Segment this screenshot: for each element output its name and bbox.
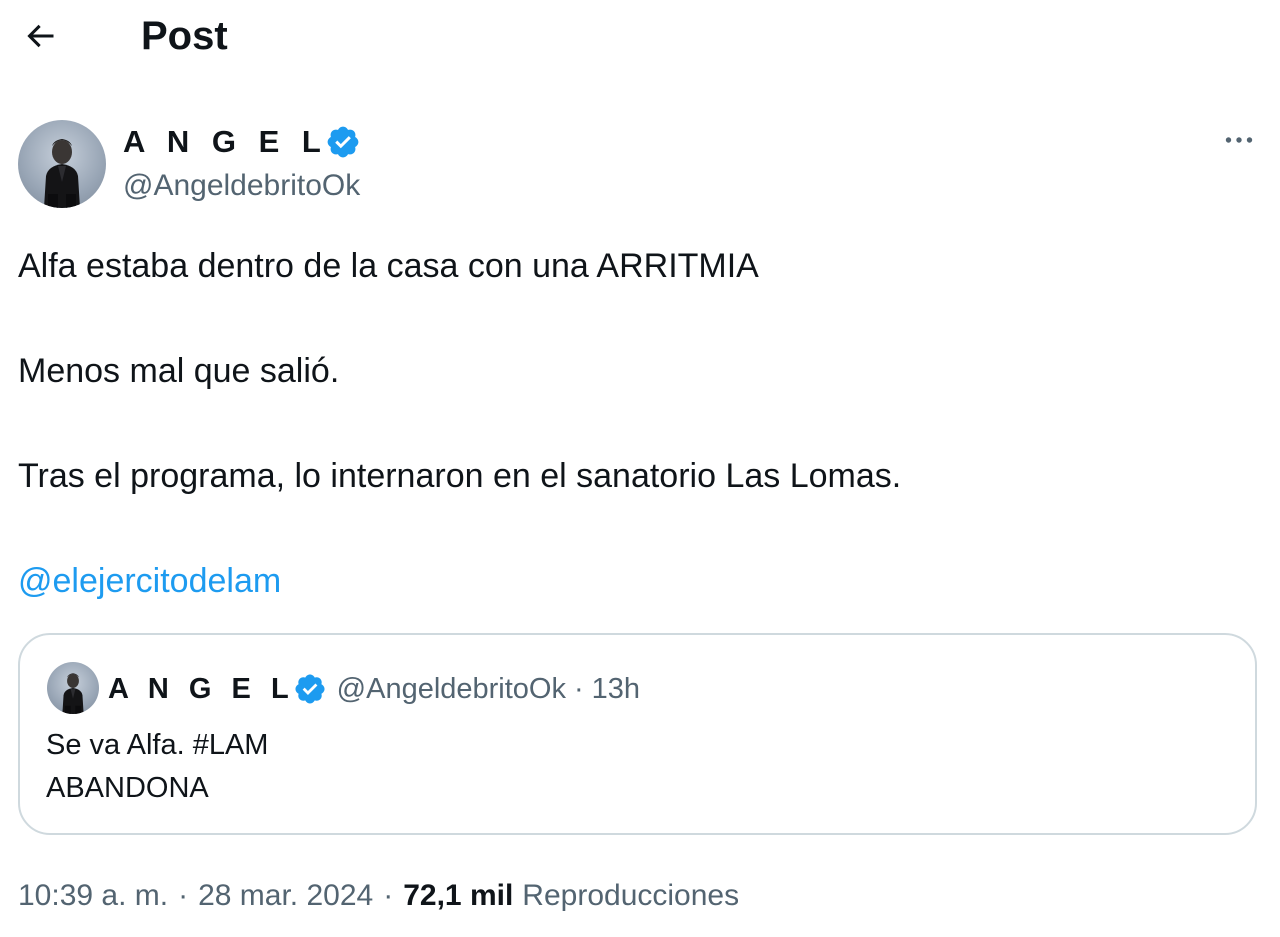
- post-text-line: Alfa estaba dentro de la casa con una AR…: [18, 247, 759, 285]
- quoted-post-text-line: ABANDONA: [46, 772, 209, 804]
- quoted-post-header: A N G E L @AngeldebritoOk · 13h: [108, 669, 640, 709]
- separator-dot: ·: [178, 879, 189, 912]
- author-name-row[interactable]: A N G E L: [123, 120, 361, 164]
- author-handle[interactable]: @AngeldebritoOk: [123, 166, 360, 206]
- verified-badge-icon: [293, 672, 327, 706]
- post-date[interactable]: 28 mar. 2024: [198, 879, 373, 913]
- more-options-button[interactable]: [1210, 118, 1268, 162]
- author-avatar[interactable]: [18, 120, 106, 208]
- more-horizontal-icon: [1225, 137, 1253, 143]
- quoted-author-handle: @AngeldebritoOk: [336, 672, 566, 705]
- back-button[interactable]: [18, 14, 62, 58]
- mention-link[interactable]: @elejercitodelam: [18, 559, 281, 603]
- person-silhouette-image: [62, 673, 84, 714]
- author-name[interactable]: A N G E L: [123, 120, 328, 164]
- arrow-left-icon: [27, 24, 54, 48]
- quoted-author-avatar[interactable]: [47, 662, 99, 714]
- separator-dot: ·: [383, 879, 394, 912]
- verified-badge-icon[interactable]: [325, 124, 361, 160]
- post-text-line: Tras el programa, lo internaron en el sa…: [18, 457, 902, 495]
- quoted-post-card[interactable]: A N G E L @AngeldebritoOk · 13h Se va Al…: [18, 633, 1257, 835]
- separator-dot: ·: [574, 672, 584, 705]
- quoted-post-time[interactable]: 13h: [592, 673, 640, 706]
- quoted-post-text-line: Se va Alfa. #LAM: [46, 729, 269, 761]
- post-time[interactable]: 10:39 a. m.: [18, 879, 168, 913]
- views-label[interactable]: Reproducciones: [522, 879, 739, 913]
- views-count[interactable]: 72,1 mil: [403, 879, 513, 913]
- person-silhouette-image: [44, 139, 80, 208]
- post-meta: 10:39 a. m. · 28 mar. 2024 · 72,1 mil Re…: [18, 874, 739, 918]
- page-title: Post: [141, 14, 228, 58]
- top-bar: Post: [0, 0, 1280, 72]
- quoted-author-name: A N G E L: [108, 672, 295, 705]
- post-text-line: Menos mal que salió.: [18, 352, 340, 390]
